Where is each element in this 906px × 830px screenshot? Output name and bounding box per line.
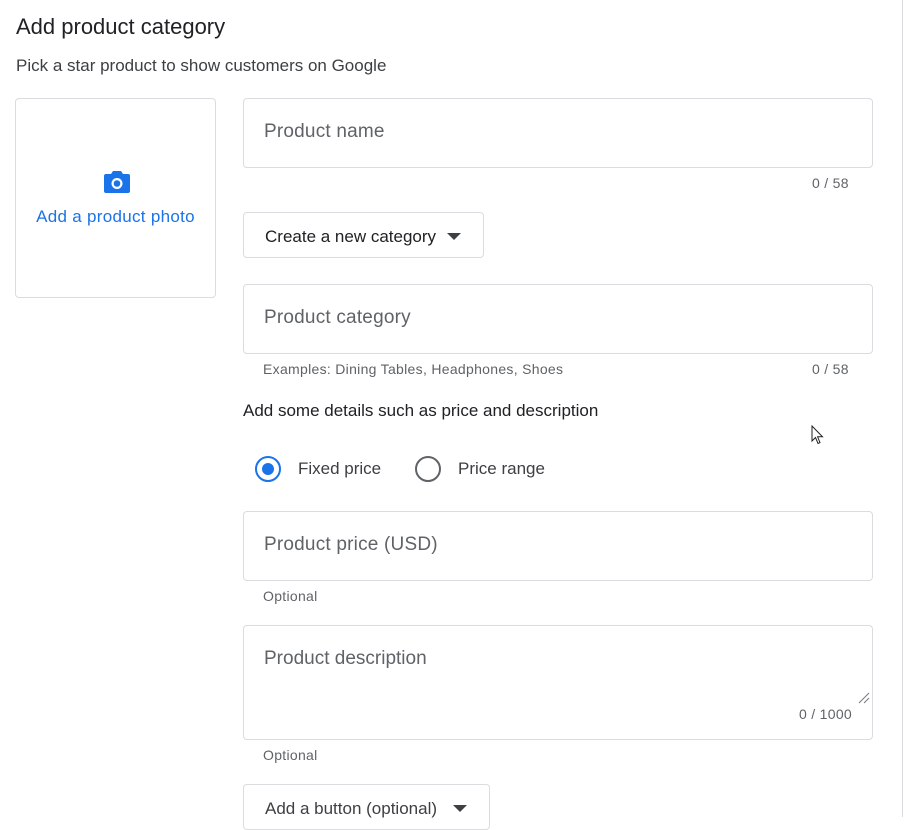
resize-handle-icon[interactable] xyxy=(858,692,870,704)
radio-checked-icon xyxy=(255,456,281,482)
product-category-field[interactable]: Product category xyxy=(243,284,873,354)
details-heading: Add some details such as price and descr… xyxy=(243,401,599,420)
product-category-counter: 0 / 58 xyxy=(812,361,849,377)
product-price-helper: Optional xyxy=(263,588,318,604)
mouse-cursor-icon xyxy=(811,425,824,445)
product-description-placeholder: Product description xyxy=(264,648,427,669)
fixed-price-label: Fixed price xyxy=(298,459,382,478)
scroll-edge xyxy=(902,0,903,817)
product-category-helper: Examples: Dining Tables, Headphones, Sho… xyxy=(263,361,564,377)
price-range-radio[interactable]: Price range xyxy=(415,456,565,482)
page-title: Add product category xyxy=(16,14,226,39)
product-price-placeholder: Product price (USD) xyxy=(264,534,438,555)
chevron-down-icon xyxy=(447,233,461,240)
product-description-helper: Optional xyxy=(263,747,318,763)
page-subtitle: Pick a star product to show customers on… xyxy=(16,56,387,75)
camera-icon xyxy=(104,171,130,193)
add-button-label: Add a button (optional) xyxy=(265,799,438,818)
add-photo-label: Add a product photo xyxy=(36,207,195,226)
fixed-price-radio[interactable]: Fixed price xyxy=(255,456,395,482)
chevron-down-icon xyxy=(453,805,467,812)
product-description-field[interactable]: Product description 0 / 1000 xyxy=(243,625,873,740)
add-photo-button[interactable]: Add a product photo xyxy=(15,98,216,298)
product-description-counter: 0 / 1000 xyxy=(799,706,852,722)
create-category-label: Create a new category xyxy=(265,227,437,246)
product-category-placeholder: Product category xyxy=(264,307,411,328)
product-name-field[interactable]: Product name xyxy=(243,98,873,168)
create-category-dropdown[interactable]: Create a new category xyxy=(243,212,484,258)
product-price-field[interactable]: Product price (USD) xyxy=(243,511,873,581)
radio-unchecked-icon xyxy=(415,456,441,482)
add-button-dropdown[interactable]: Add a button (optional) xyxy=(243,784,490,830)
product-name-counter: 0 / 58 xyxy=(812,175,849,191)
product-name-placeholder: Product name xyxy=(264,121,385,142)
price-range-label: Price range xyxy=(458,459,545,478)
